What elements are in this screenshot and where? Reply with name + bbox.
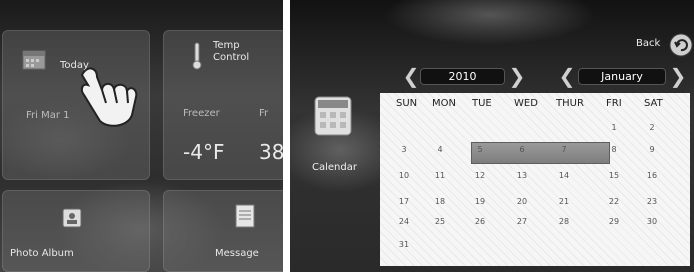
date-cell[interactable]: 30 — [642, 217, 662, 227]
photo-album-label: Photo Album — [10, 248, 74, 259]
year-prev-arrow[interactable]: ❮ — [402, 65, 420, 87]
photo-album-tile[interactable]: Photo Album — [2, 190, 150, 272]
dow-sun: SUN — [396, 98, 418, 109]
photo-album-icon — [62, 208, 82, 228]
date-cell[interactable]: 10 — [394, 171, 414, 181]
date-cell[interactable]: 13 — [512, 171, 532, 181]
dow-thur: THUR — [556, 98, 584, 109]
date-cell[interactable]: 6 — [512, 145, 532, 155]
date-cell[interactable]: 9 — [642, 145, 662, 155]
date-cell[interactable]: 3 — [394, 145, 414, 155]
dow-tue: TUE — [472, 98, 492, 109]
date-cell[interactable]: 22 — [604, 197, 624, 207]
freezer-label: Freezer — [183, 108, 220, 119]
calendar-small-icon — [22, 50, 46, 70]
dow-mon: MON — [432, 98, 456, 109]
temp-control-tile[interactable]: Temp Control Freezer Fr -4°F 38 — [163, 30, 283, 180]
temp-control-line2: Control — [213, 52, 250, 63]
year-next-arrow[interactable]: ❯ — [508, 65, 526, 87]
date-cell[interactable]: 14 — [554, 171, 574, 181]
date-cell[interactable]: 26 — [470, 217, 490, 227]
calendar-screen: Back Calendar ❮ 2010 ❯ ❮ January ❯ SUN MO… — [290, 0, 694, 272]
date-cell[interactable]: 1 — [604, 123, 624, 133]
date-cell[interactable]: 25 — [430, 217, 450, 227]
date-cell[interactable]: 16 — [642, 171, 662, 181]
event-bar[interactable] — [471, 142, 610, 164]
calendar-icon — [314, 96, 352, 136]
date-cell[interactable]: 5 — [470, 145, 490, 155]
calendar-label: Calendar — [312, 162, 357, 173]
thermometer-icon — [191, 42, 203, 70]
date-cell[interactable]: 23 — [642, 197, 662, 207]
date-cell[interactable]: 4 — [430, 145, 450, 155]
date-cell[interactable]: 19 — [470, 197, 490, 207]
message-tile[interactable]: Message — [163, 190, 283, 272]
home-screen: Today Fri Mar 1 Temp Control Freezer Fr … — [0, 0, 283, 272]
dow-fri: FRI — [606, 98, 622, 109]
month-display: January — [578, 68, 666, 85]
date-cell[interactable]: 17 — [394, 197, 414, 207]
date-cell[interactable]: 12 — [470, 171, 490, 181]
date-cell[interactable]: 8 — [604, 145, 624, 155]
fridge-label: Fr — [259, 108, 269, 119]
date-cell[interactable]: 21 — [554, 197, 574, 207]
date-cell[interactable]: 15 — [604, 171, 624, 181]
freezer-temp: -4°F — [183, 140, 225, 164]
dow-sat: SAT — [644, 98, 663, 109]
date-cell[interactable]: 27 — [512, 217, 532, 227]
month-next-arrow[interactable]: ❯ — [669, 65, 687, 87]
date-text: Fri Mar 1 — [26, 110, 70, 121]
date-cell[interactable]: 7 — [554, 145, 574, 155]
date-cell[interactable]: 2 — [642, 123, 662, 133]
hand-pointer-icon — [72, 55, 142, 130]
date-cell[interactable]: 11 — [430, 171, 450, 181]
date-cell[interactable]: 29 — [604, 217, 624, 227]
date-cell[interactable]: 18 — [430, 197, 450, 207]
date-cell[interactable]: 31 — [394, 240, 414, 250]
date-cell[interactable]: 20 — [512, 197, 532, 207]
dow-wed: WED — [514, 98, 538, 109]
message-icon — [235, 204, 255, 228]
back-arrow-icon[interactable] — [669, 33, 693, 57]
message-label: Message — [215, 248, 259, 259]
date-cell[interactable]: 24 — [394, 217, 414, 227]
date-cell[interactable]: 28 — [554, 217, 574, 227]
back-label[interactable]: Back — [636, 38, 660, 49]
month-prev-arrow[interactable]: ❮ — [558, 65, 576, 87]
fridge-temp: 38 — [259, 140, 283, 164]
year-display: 2010 — [420, 68, 505, 85]
temp-control-line1: Temp — [213, 40, 240, 51]
